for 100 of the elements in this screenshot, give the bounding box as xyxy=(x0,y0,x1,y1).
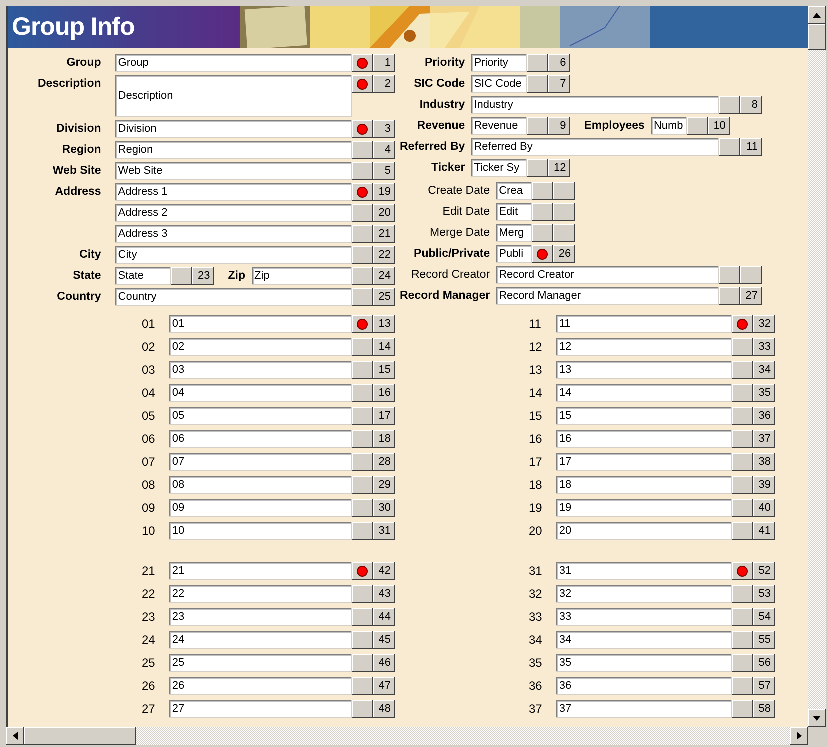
number-button[interactable]: 25 xyxy=(373,288,395,306)
text-field[interactable]: 07 xyxy=(169,453,352,471)
text-field[interactable]: 14 xyxy=(556,384,732,402)
text-field[interactable]: 02 xyxy=(169,338,352,356)
number-button[interactable]: 38 xyxy=(753,453,775,471)
marker-button[interactable] xyxy=(352,225,373,243)
text-field[interactable]: 37 xyxy=(556,700,732,718)
number-button[interactable]: 5 xyxy=(373,162,395,180)
marker-button[interactable] xyxy=(719,287,740,305)
text-field[interactable]: 10 xyxy=(169,522,352,540)
text-field[interactable]: 33 xyxy=(556,608,732,626)
text-field[interactable]: Country xyxy=(115,288,352,306)
number-button[interactable]: 20 xyxy=(373,204,395,222)
text-field[interactable]: 16 xyxy=(556,430,732,448)
number-button[interactable]: 53 xyxy=(753,585,775,603)
text-field[interactable]: 25 xyxy=(169,654,352,672)
number-button[interactable]: 36 xyxy=(753,407,775,425)
number-button[interactable]: 16 xyxy=(373,384,395,402)
number-button[interactable]: 44 xyxy=(373,608,395,626)
vertical-scrollbar[interactable] xyxy=(808,6,826,727)
marker-button[interactable] xyxy=(719,138,740,156)
text-field[interactable]: 19 xyxy=(556,499,732,517)
scroll-down-button[interactable] xyxy=(808,709,826,727)
scroll-thumb[interactable] xyxy=(24,727,136,745)
marker-button[interactable] xyxy=(732,338,753,356)
number-button[interactable]: 55 xyxy=(753,631,775,649)
number-button[interactable]: 15 xyxy=(373,361,395,379)
number-button[interactable]: 48 xyxy=(373,700,395,718)
marker-button[interactable] xyxy=(352,654,373,672)
number-button[interactable]: 11 xyxy=(740,138,762,156)
text-field[interactable]: 04 xyxy=(169,384,352,402)
text-field[interactable]: 24 xyxy=(169,631,352,649)
number-button[interactable]: 47 xyxy=(373,677,395,695)
number-button[interactable]: 18 xyxy=(373,430,395,448)
marker-button[interactable] xyxy=(719,96,740,114)
text-field[interactable]: 18 xyxy=(556,476,732,494)
marker-button[interactable] xyxy=(732,476,753,494)
number-button[interactable]: 29 xyxy=(373,476,395,494)
text-field[interactable]: Zip xyxy=(252,267,352,285)
marker-button[interactable] xyxy=(352,204,373,222)
text-field[interactable]: 31 xyxy=(556,562,732,580)
text-field[interactable]: 09 xyxy=(169,499,352,517)
marker-button[interactable] xyxy=(732,315,753,333)
number-button[interactable]: 26 xyxy=(553,245,576,263)
number-button[interactable]: 21 xyxy=(373,225,395,243)
marker-button[interactable] xyxy=(352,120,373,138)
text-field[interactable]: Crea xyxy=(496,182,532,200)
number-button[interactable]: 57 xyxy=(753,677,775,695)
text-field[interactable]: 21 xyxy=(169,562,352,580)
number-button[interactable]: 31 xyxy=(373,522,395,540)
marker-button[interactable] xyxy=(352,384,373,402)
number-button[interactable]: 40 xyxy=(753,499,775,517)
marker-button[interactable] xyxy=(532,224,554,242)
text-field[interactable]: Address 3 xyxy=(115,225,352,243)
marker-button[interactable] xyxy=(732,407,753,425)
scroll-left-button[interactable] xyxy=(6,727,24,745)
marker-button[interactable] xyxy=(732,654,753,672)
scroll-up-button[interactable] xyxy=(808,6,826,24)
marker-button[interactable] xyxy=(352,315,373,333)
marker-button[interactable] xyxy=(352,631,373,649)
number-button[interactable]: 23 xyxy=(192,267,214,285)
text-field[interactable]: SIC Code xyxy=(471,75,528,93)
text-field[interactable]: Numb xyxy=(650,117,687,135)
text-field[interactable]: 15 xyxy=(556,407,732,425)
number-button[interactable]: 28 xyxy=(373,453,395,471)
marker-button[interactable] xyxy=(352,141,373,159)
marker-button[interactable] xyxy=(732,499,753,517)
text-field[interactable]: 20 xyxy=(556,522,732,540)
number-button[interactable]: 58 xyxy=(753,700,775,718)
text-field[interactable]: Publi xyxy=(496,245,532,263)
number-button[interactable]: 54 xyxy=(753,608,775,626)
number-button[interactable]: 33 xyxy=(753,338,775,356)
number-button[interactable]: 42 xyxy=(373,562,395,580)
number-button[interactable]: 10 xyxy=(708,117,730,135)
marker-button[interactable] xyxy=(352,338,373,356)
marker-button[interactable] xyxy=(352,522,373,540)
number-button[interactable]: 34 xyxy=(753,361,775,379)
number-button[interactable]: 46 xyxy=(373,654,395,672)
marker-button[interactable] xyxy=(732,361,753,379)
text-field[interactable]: Record Creator xyxy=(496,266,719,284)
scroll-thumb[interactable] xyxy=(808,24,826,50)
text-field[interactable]: Region xyxy=(115,141,352,159)
marker-button[interactable] xyxy=(686,117,708,135)
text-field[interactable]: Edit xyxy=(496,203,532,221)
text-field[interactable]: 34 xyxy=(556,631,732,649)
text-field[interactable]: 08 xyxy=(169,476,352,494)
marker-button[interactable] xyxy=(527,117,548,135)
marker-button[interactable] xyxy=(352,608,373,626)
number-button[interactable]: 52 xyxy=(753,562,775,580)
number-button[interactable]: 8 xyxy=(740,96,762,114)
marker-button[interactable] xyxy=(527,159,548,177)
number-button[interactable]: 14 xyxy=(373,338,395,356)
text-field[interactable]: Industry xyxy=(471,96,719,114)
text-field[interactable]: 23 xyxy=(169,608,352,626)
marker-button[interactable] xyxy=(352,453,373,471)
text-field[interactable]: 27 xyxy=(169,700,352,718)
number-button[interactable]: 1 xyxy=(373,54,395,72)
text-field[interactable]: Record Manager xyxy=(496,287,719,305)
number-button[interactable]: 19 xyxy=(373,183,395,201)
marker-button[interactable] xyxy=(352,700,373,718)
